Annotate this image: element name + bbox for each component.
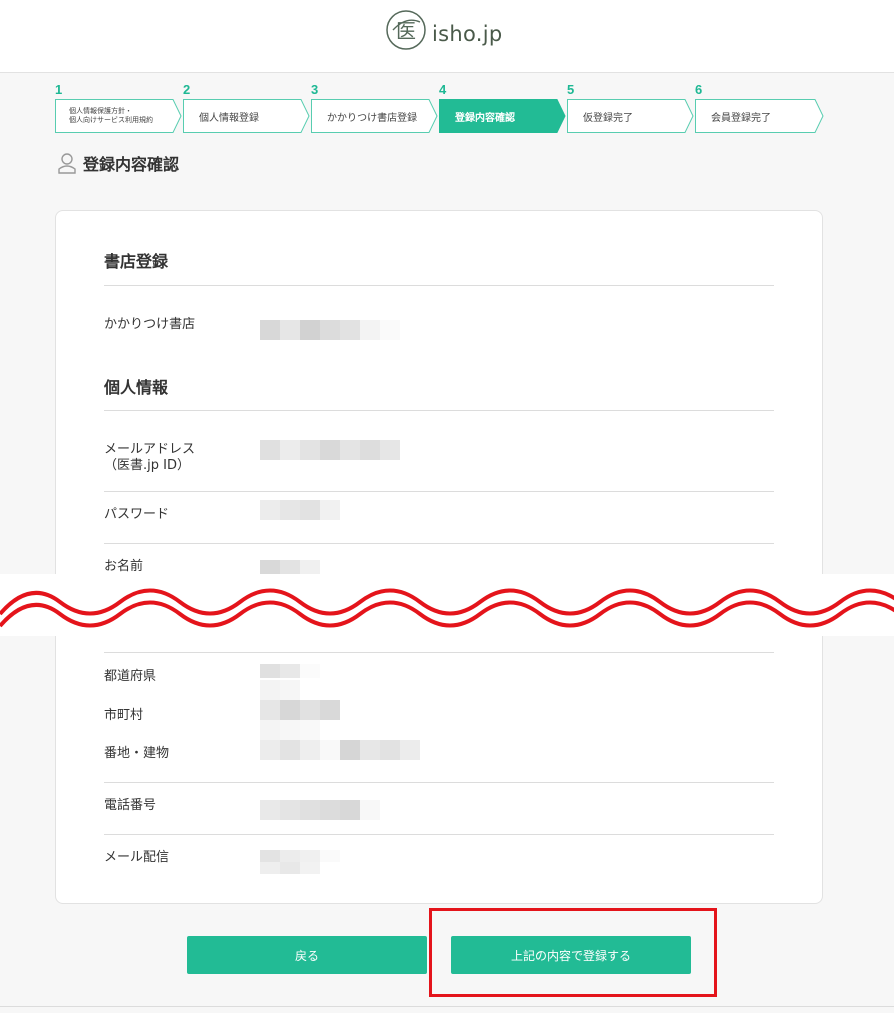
password-value-redacted — [260, 500, 340, 520]
divider — [104, 782, 774, 783]
divider — [104, 652, 774, 653]
address-value-redacted — [260, 720, 320, 740]
step-4-current: 4 登録内容確認 — [439, 82, 566, 134]
back-button[interactable]: 戻る — [187, 936, 427, 974]
name-label: お名前 — [104, 559, 144, 574]
site-header: 医 isho.jp — [0, 0, 894, 73]
phone-label: 電話番号 — [104, 798, 157, 813]
wave-break-marker — [0, 574, 894, 636]
mail-delivery-label: メール配信 — [104, 850, 170, 865]
address-label: 番地・建物 — [104, 746, 170, 761]
step-6: 6 会員登録完了 — [695, 82, 824, 134]
highlight-box — [429, 908, 717, 997]
email-value-redacted — [260, 440, 400, 460]
step-number: 6 — [695, 82, 703, 97]
section-title-personal: 個人情報 — [104, 378, 169, 397]
step-2: 2 個人情報登録 — [183, 82, 310, 134]
page-title-text: 登録内容確認 — [83, 155, 180, 174]
footer-divider — [0, 1006, 894, 1007]
prefecture-value-redacted-2 — [260, 680, 300, 700]
logo-text: isho.jp — [432, 22, 503, 46]
prefecture-label: 都道府県 — [104, 669, 157, 684]
step-number: 5 — [567, 82, 575, 97]
step-label: 登録内容確認 — [455, 112, 515, 124]
step-number: 2 — [183, 82, 191, 97]
divider — [104, 285, 774, 286]
step-1: 1 個人情報保護方針・ 個人向けサービス利用規約 — [55, 82, 182, 134]
site-logo[interactable]: 医 isho.jp — [384, 8, 503, 52]
progress-steps: 1 個人情報保護方針・ 個人向けサービス利用規約 2 個人情報登録 3 かかりつ… — [55, 82, 825, 134]
phone-value-redacted — [260, 800, 380, 820]
step-label: 仮登録完了 — [583, 112, 633, 124]
step-label: 個人情報保護方針・ 個人向けサービス利用規約 — [69, 107, 153, 124]
step-label: かかりつけ書店登録 — [327, 112, 418, 124]
step-number: 3 — [311, 82, 319, 97]
mail-delivery-value-redacted — [260, 850, 340, 862]
mail-delivery-value-redacted-2 — [260, 862, 320, 874]
email-sublabel: （医書.jp ID） — [104, 458, 190, 473]
bookstore-label: かかりつけ書店 — [104, 317, 196, 332]
step-number: 1 — [55, 82, 63, 97]
step-5: 5 仮登録完了 — [567, 82, 694, 134]
divider — [104, 491, 774, 492]
prefecture-value-redacted — [260, 664, 320, 678]
city-value-redacted — [260, 700, 340, 720]
address-value-redacted-2 — [260, 740, 420, 760]
bookstore-value-redacted — [260, 320, 400, 340]
divider — [104, 834, 774, 835]
city-label: 市町村 — [104, 708, 144, 723]
page-title: 登録内容確認 — [57, 151, 179, 175]
divider — [104, 410, 774, 411]
step-label: 個人情報登録 — [199, 112, 259, 124]
divider — [104, 543, 774, 544]
confirmation-card: 書店登録 かかりつけ書店 個人情報 メールアドレス （医書.jp ID） パスワ… — [55, 210, 823, 904]
step-number: 4 — [439, 82, 447, 97]
email-label: メールアドレス — [104, 442, 196, 457]
svg-text:医: 医 — [396, 19, 416, 43]
step-3: 3 かかりつけ書店登録 — [311, 82, 438, 134]
user-icon — [58, 153, 76, 174]
section-title-bookstore: 書店登録 — [104, 252, 169, 271]
step-label: 会員登録完了 — [711, 112, 771, 124]
password-label: パスワード — [104, 507, 170, 522]
isho-logo-icon: 医 — [386, 10, 426, 50]
